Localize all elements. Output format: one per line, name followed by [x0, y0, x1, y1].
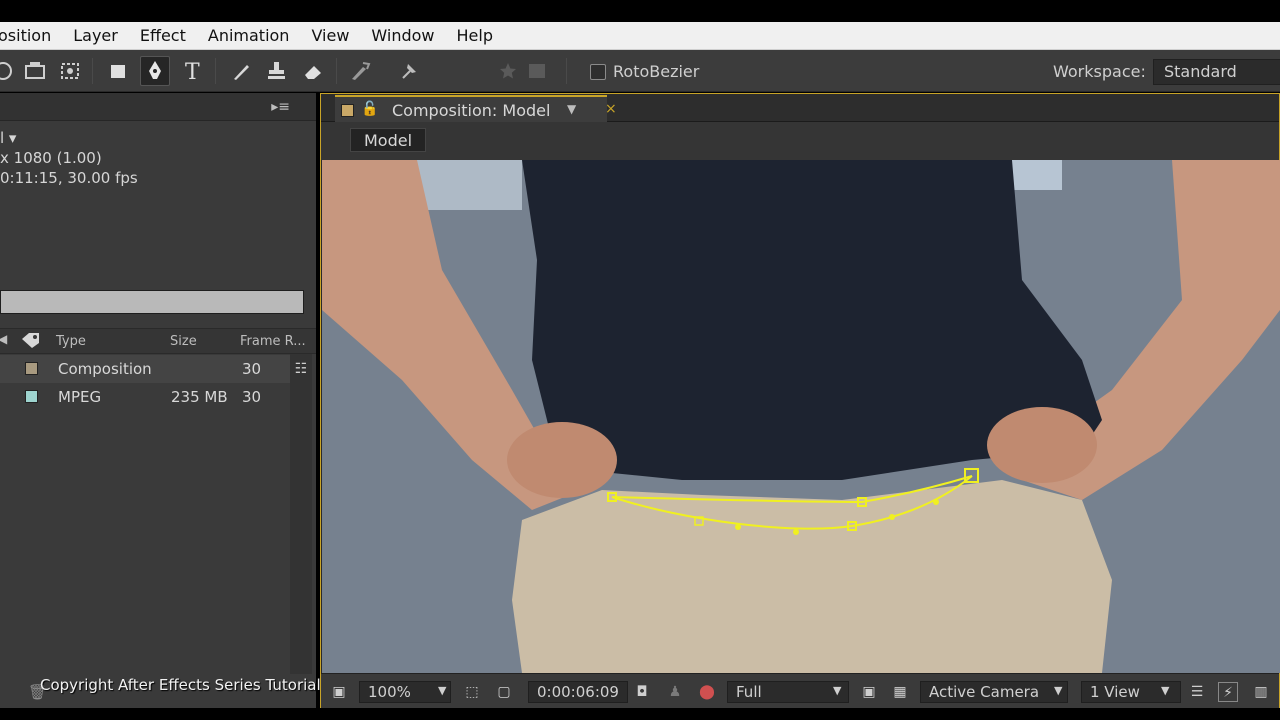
fast-previews-icon[interactable]: ▣ [859, 682, 879, 702]
menu-effect[interactable]: Effect [129, 22, 197, 50]
workspace-label: Workspace: [1053, 62, 1146, 81]
resolution-dropdown[interactable]: Full [727, 681, 849, 703]
menu-composition[interactable]: osition [0, 22, 62, 50]
track-z-icon[interactable] [55, 56, 85, 86]
menu-view[interactable]: View [300, 22, 360, 50]
workspace-dropdown[interactable]: Standard [1153, 59, 1280, 85]
project-scrollbar[interactable] [290, 354, 312, 674]
project-panel: ▸≡ l ▾ x 1080 (1.00) 0:11:15, 30.00 fps … [0, 93, 316, 708]
camera-view-dropdown[interactable]: Active Camera [920, 681, 1068, 703]
rotobezier-label: RotoBezier [613, 62, 700, 81]
row-frame-rate: 30 [242, 360, 262, 378]
menu-window[interactable]: Window [360, 22, 445, 50]
pen-tool-icon[interactable] [140, 56, 170, 86]
tab-title: Composition: Model [392, 101, 551, 120]
row-type: Composition [58, 360, 152, 378]
view-layout-value: 1 View [1090, 683, 1140, 701]
always-preview-icon[interactable]: ▣ [329, 682, 349, 702]
breadcrumb-model[interactable]: Model [350, 128, 427, 152]
panel-menu-icon[interactable]: ▸≡ [271, 99, 290, 115]
footage-frame [322, 160, 1280, 673]
resolution-value: Full [736, 683, 762, 701]
transparency-grid-icon[interactable]: ▦ [890, 682, 910, 702]
row-type: MPEG [58, 388, 102, 406]
camera-snapshot-icon[interactable]: ◘ [632, 682, 652, 702]
menu-help[interactable]: Help [446, 22, 504, 50]
orbit-camera-icon[interactable] [0, 56, 18, 86]
composition-footer: ▣ 100% ▼ ⬚ ▢ 0:00:06:09 ◘ ♟ ⬤ Full ▼ ▣ ▦… [321, 673, 1279, 708]
rotobezier-checkbox[interactable] [590, 64, 606, 80]
zoom-value: 100% [368, 683, 411, 701]
row-size: 235 MB [171, 388, 228, 406]
fast-preview-lightning-icon[interactable]: ⚡ [1218, 682, 1238, 702]
toolbar-divider [215, 58, 216, 84]
menu-layer[interactable]: Layer [62, 22, 129, 50]
project-info-duration: 0:11:15, 30.00 fps [0, 169, 138, 187]
row-frame-rate: 30 [242, 388, 262, 406]
label-tag-icon[interactable] [20, 331, 42, 353]
column-frame-rate[interactable]: Frame R... [240, 334, 306, 349]
composition-panel: 🔓 Composition: Model ▼ × Model ▣ 100% ▼ … [320, 93, 1280, 708]
fit-frame-icon[interactable]: ⬚ [462, 682, 482, 702]
lock-icon[interactable]: 🔓 [361, 101, 378, 117]
pan-behind-icon[interactable] [20, 56, 50, 86]
label-color-swatch[interactable] [25, 362, 38, 375]
project-info-dimensions: x 1080 (1.00) [0, 149, 102, 167]
puppet-pin-icon[interactable] [394, 56, 424, 86]
camera-dropdown-arrow-icon[interactable]: ▼ [1054, 684, 1062, 697]
menu-bar: osition Layer Effect Animation View Wind… [0, 22, 1280, 50]
menu-animation[interactable]: Animation [197, 22, 301, 50]
timeline-icon[interactable]: ▥ [1251, 682, 1271, 702]
sort-arrow-icon[interactable]: ◀ [0, 332, 7, 346]
column-type[interactable]: Type [56, 334, 86, 349]
show-snapshot-icon[interactable]: ♟ [665, 682, 685, 702]
tab-dropdown-icon[interactable]: ▼ [567, 102, 576, 116]
clone-stamp-icon[interactable] [261, 56, 291, 86]
column-size[interactable]: Size [170, 334, 197, 349]
project-search-input[interactable] [0, 290, 304, 314]
resolution-dropdown-arrow-icon[interactable]: ▼ [833, 684, 841, 697]
bottom-letterbox [0, 708, 1280, 720]
type-tool-icon[interactable]: T [178, 56, 208, 86]
toolbar-divider [92, 58, 93, 84]
project-row-mpeg[interactable]: MPEG 235 MB 30 [0, 383, 290, 411]
project-row-composition[interactable]: Composition 30 [0, 355, 290, 383]
eraser-tool-icon[interactable] [298, 56, 328, 86]
zoom-dropdown-arrow-icon[interactable]: ▼ [438, 684, 446, 697]
grid-icon [522, 56, 552, 86]
label-color-swatch[interactable] [25, 390, 38, 403]
flowchart-icon[interactable]: ☷ [291, 361, 311, 379]
project-panel-header: ▸≡ [0, 93, 316, 121]
brush-tool-icon[interactable] [226, 56, 256, 86]
toolbar-divider [566, 58, 567, 84]
star-icon [493, 56, 523, 86]
view-layout-arrow-icon[interactable]: ▼ [1161, 684, 1169, 697]
rectangle-tool-icon[interactable] [103, 56, 133, 86]
pixel-aspect-icon[interactable]: ☰ [1187, 682, 1207, 702]
composition-tab-bar: 🔓 Composition: Model ▼ × [321, 94, 1279, 122]
composition-breadcrumb-bar: Model [321, 122, 1279, 160]
close-icon[interactable]: × [605, 101, 617, 117]
project-column-header: ◀ Type Size Frame R... [0, 328, 316, 354]
project-item-name[interactable]: l ▾ [0, 129, 16, 147]
roto-brush-icon[interactable] [346, 56, 376, 86]
tab-composition-model[interactable]: 🔓 Composition: Model ▼ × [335, 95, 617, 122]
copyright-watermark: Copyright After Effects Series Tutorials [40, 676, 329, 694]
region-of-interest-icon[interactable]: ▢ [494, 682, 514, 702]
current-time-field[interactable]: 0:00:06:09 [528, 681, 628, 703]
camera-view-value: Active Camera [929, 683, 1040, 701]
channel-icon[interactable]: ⬤ [697, 682, 717, 702]
svg-text:T: T [185, 60, 200, 82]
toolbar-divider [336, 58, 337, 84]
composition-viewer[interactable] [322, 160, 1280, 673]
workspace-value: Standard [1164, 62, 1237, 81]
top-letterbox [0, 0, 1280, 22]
composition-color-swatch [341, 104, 354, 117]
timecode-value: 0:00:06:09 [537, 683, 619, 701]
